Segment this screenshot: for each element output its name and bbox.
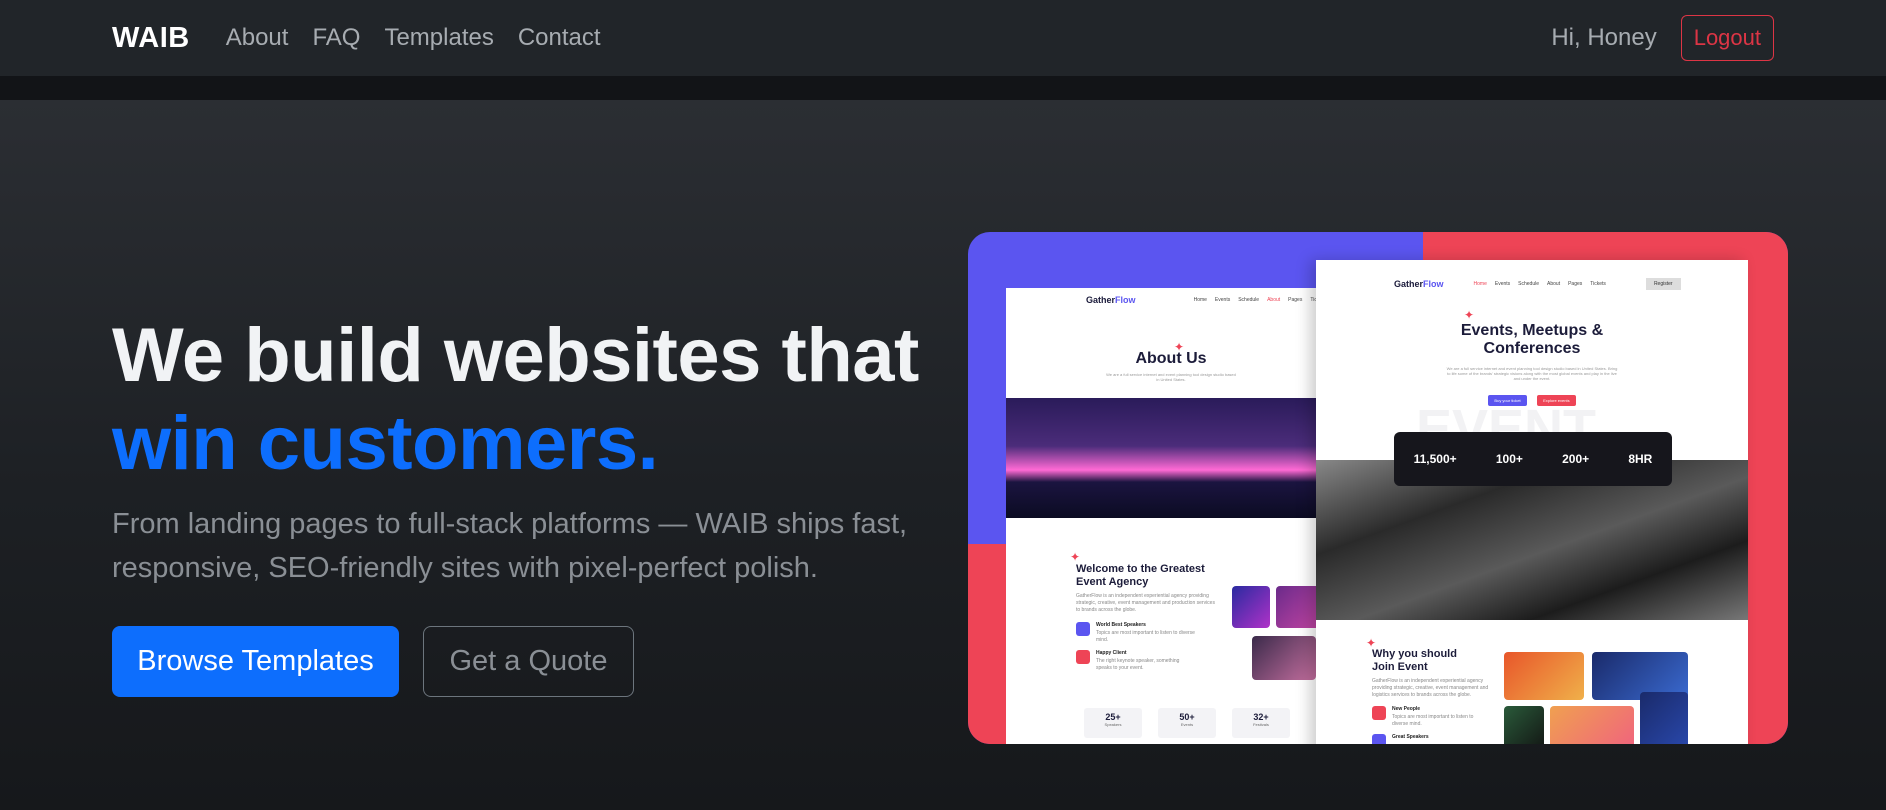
city-bridge-photo [1006,398,1336,518]
nav-user-area: Hi, Honey Logout [1551,15,1774,61]
feature-title: Happy Client [1096,650,1127,656]
preview-b-title: Events, Meetups & Conferences [1460,322,1604,357]
feature-text: Topics are most important to listen to d… [1096,630,1195,643]
nav-link-templates[interactable]: Templates [384,24,493,52]
feature-title: New People [1392,706,1421,712]
nav-link-about[interactable]: About [226,24,289,52]
concert-photo [1232,586,1270,628]
nav-link-faq[interactable]: FAQ [312,24,360,52]
brand-logo[interactable]: WAIB [112,22,190,55]
preview-page-about: GatherFlow HomeEventsScheduleAboutPagesT… [1006,288,1336,744]
feature-title: Great Speakers [1392,734,1429,740]
preview-b-why-title: Why you should Join Event [1372,648,1457,673]
browse-templates-button[interactable]: Browse Templates [112,626,399,697]
preview-a-logo: GatherFlow [1086,295,1136,305]
user-greeting: Hi, Honey [1551,24,1657,51]
preview-register-button: Register [1645,278,1681,290]
stage-photo [1640,692,1688,744]
preview-a-welcome-text: GatherFlow is an independent experientia… [1076,593,1215,613]
client-icon [1076,650,1090,664]
nav-link-contact[interactable]: Contact [518,24,601,52]
preview-b-why-text: GatherFlow is an independent experientia… [1372,678,1489,698]
get-a-quote-button[interactable]: Get a Quote [423,626,634,697]
stat-card: 25+ Speakers [1084,708,1142,738]
stat-card: 50+ Events [1158,708,1216,738]
speaker-icon [1372,734,1386,744]
preview-a-menu: HomeEventsScheduleAboutPagesTickets [1193,297,1326,303]
sparkle-icon: ✦ [1464,308,1475,322]
preview-a-welcome-title: Welcome to the Greatest Event Agency [1076,563,1205,588]
sparkle-icon: ✦ [1174,340,1185,354]
hero-headline: We build websites that win customers. [112,312,932,488]
preview-b-nav: GatherFlow Home Events Schedule About Pages T… [1316,272,1748,296]
sparkle-icon: ✦ [1070,550,1081,564]
nav-divider-strip [0,76,1886,100]
preview-a-title: About Us [1135,350,1207,367]
feature-text: Topics are most important to listen to d… [1392,714,1474,727]
crowd-photo [1550,706,1634,744]
preview-a-subtitle: We are a full service internet and event… [1106,372,1236,382]
preview-b-menu: Home Events Schedule About Pages Tickets [1473,281,1606,287]
preview-a-nav: GatherFlow HomeEventsScheduleAboutPagesT… [1006,288,1336,312]
feature-text: The right keynote speaker, something spe… [1096,658,1180,671]
speaker-icon [1076,622,1090,636]
people-icon [1372,706,1386,720]
hero-lead-text: From landing pages to full-stack platfor… [112,508,908,584]
preview-b-subtitle: We are a full service internet and event… [1446,366,1618,381]
stat-card: 32+ Festivals [1232,708,1290,738]
template-preview-image: GatherFlow HomeEventsScheduleAboutPagesT… [968,232,1788,744]
feature-title: World Best Speakers [1096,622,1146,628]
headline-line-1: We build websites that [112,313,919,398]
vr-photo [1504,706,1544,744]
preview-b-logo: GatherFlow [1394,279,1444,289]
party-photo [1252,636,1316,680]
preview-page-events: GatherFlow Home Events Schedule About Pages T… [1316,260,1748,744]
concert-photo [1504,652,1584,700]
top-navbar: WAIB About FAQ Templates Contact Hi, Hon… [0,0,1886,76]
preview-counters: 11,500+ 100+ 200+ 8HR [1394,432,1672,486]
logout-button[interactable]: Logout [1680,15,1774,61]
headline-line-2-accent: win customers. [112,401,659,486]
